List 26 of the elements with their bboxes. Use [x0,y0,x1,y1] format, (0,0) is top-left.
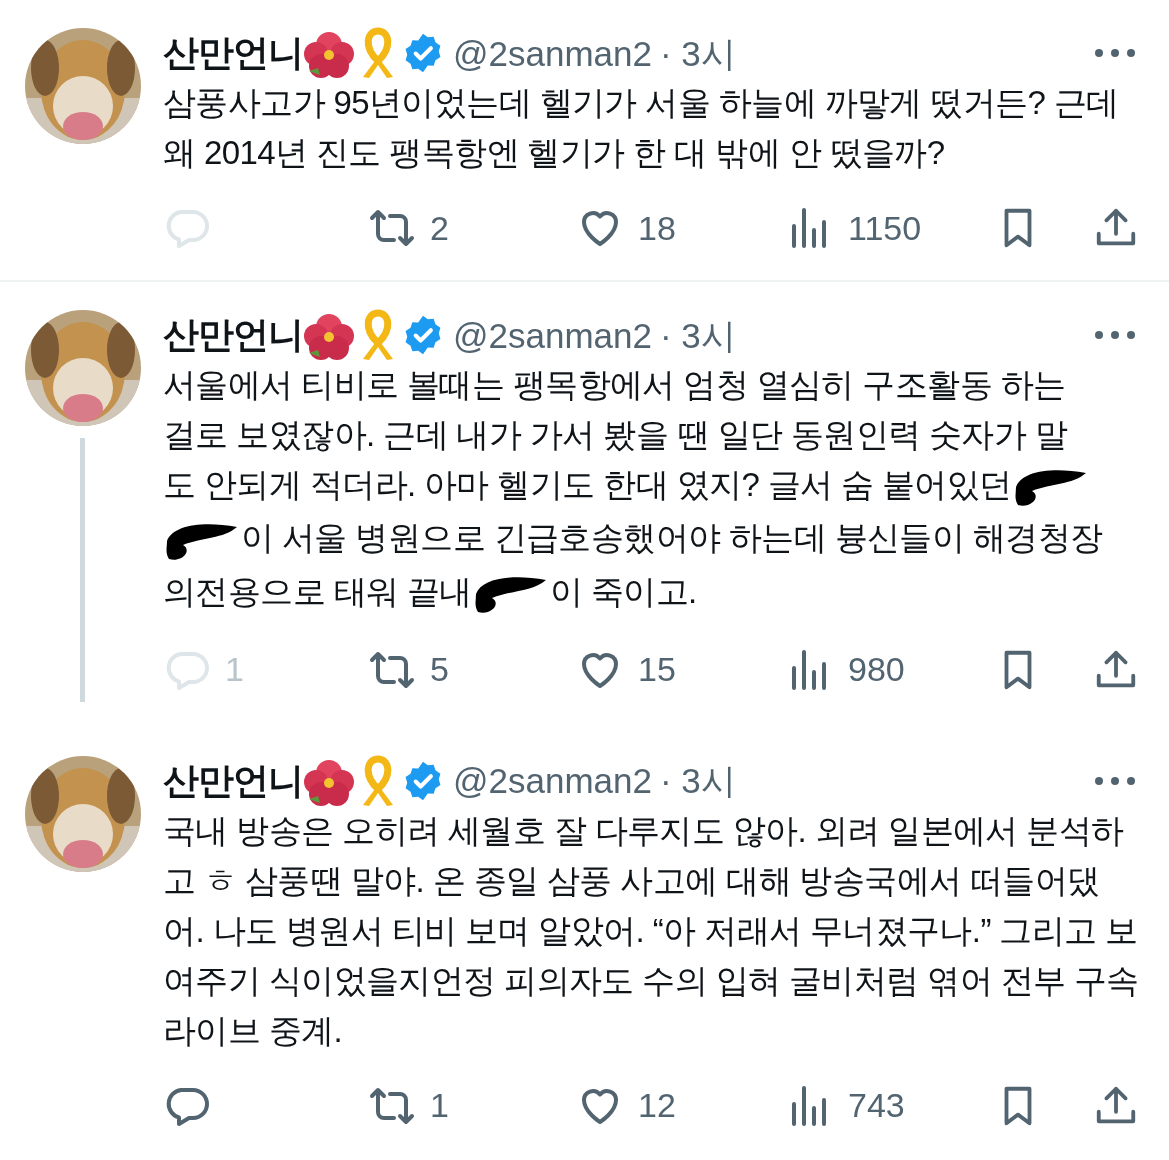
retweet-button[interactable]: 5 [368,644,576,696]
display-name: 산만언니 [163,35,303,71]
post-time: · 3시 [660,763,736,799]
post-text: 서울에서 티비로 볼때는 팽목항에서 엄청 열심히 구조활동 하는 [163,366,1066,403]
post-text: 의전용으로 태워 끝내 [163,572,472,610]
views-button[interactable]: 743 [786,1080,986,1132]
post-text: 이 서울 병원으로 긴급호송했어야 하는데 븅신들이 해경청장 [241,519,1103,557]
post-time: · 3시 [660,317,736,353]
retweet-button[interactable]: 2 [368,202,576,254]
post-text: 삼풍사고가 95년이었는데 헬기가 서울 하늘에 까맣게 떴거든? 근데 왜 2014년 진도 팽목항엔 헬기가 한 대 밖에 안 떴을까? [163,84,1119,171]
user-handle: @2sanman2 [453,763,652,799]
post-text: 국내 방송은 오히려 세월호 잘 다루지도 않아. 외려 일본에서 분석하고 ㅎ 삼풍땐 말야. 온 종일 삼풍 사고에 대해 방송국에서 떠들어댔어. 나도 병원서 티비 보며 알았어. “아 저래서 무너졌구나.” 그리고 보여주기 식이었을지언정 피의자도 수의 입혀 굴비처럼 엮어 전부 구속 라이브 중계. [163,811,1139,1049]
post-text: 도 안되게 적더라. 아마 헬기도 한대 였지? 글서 숨 붙어있던 [163,466,1012,503]
like-button[interactable]: 15 [576,644,786,696]
display-name: 산만언니 [163,762,303,799]
views-button[interactable]: 980 [786,644,986,696]
user-handle: @2sanman2 [453,35,652,71]
post-text: 걸로 보였잖아. 근데 내가 가서 봤을 땐 일단 동원인력 숫자가 말 [163,416,1068,453]
display-name: 산만언니 [163,317,303,353]
like-button[interactable]: 18 [576,202,786,254]
retweet-button[interactable]: 1 [368,1080,576,1132]
like-button[interactable]: 12 [576,1080,786,1132]
user-handle: @2sanman2 [453,317,652,353]
post-text: 이 죽이고. [549,572,697,610]
views-button[interactable]: 1150 [786,202,986,254]
post-time: · 3시 [660,35,736,71]
